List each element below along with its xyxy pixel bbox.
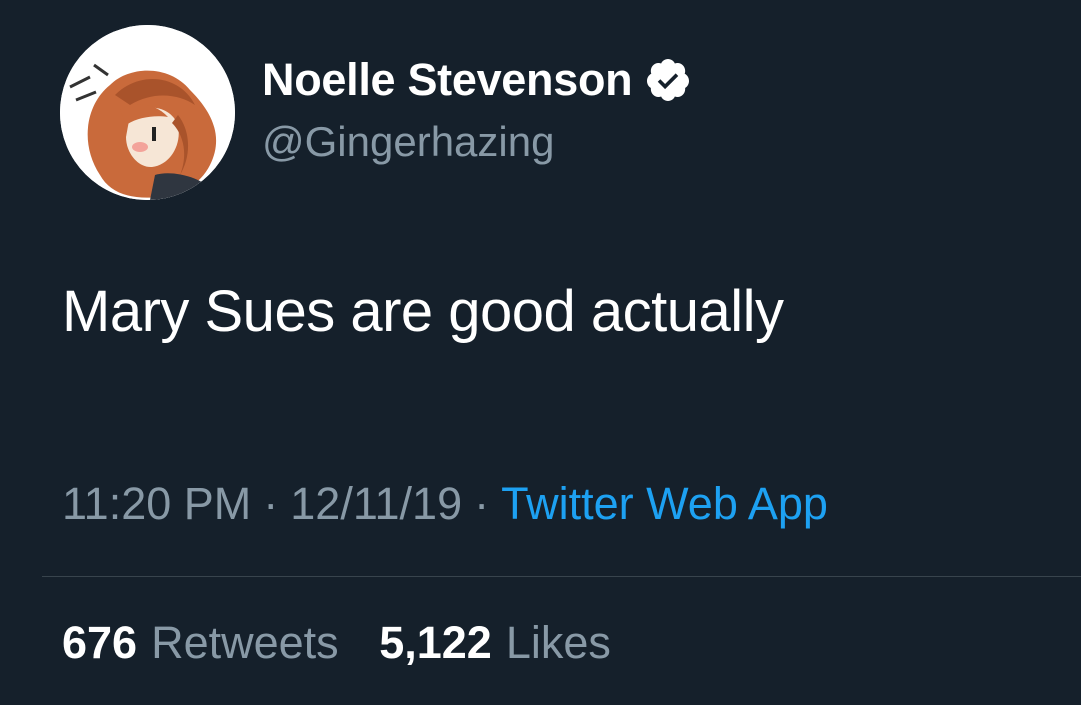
tweet-time[interactable]: 11:20 PM [62, 478, 251, 529]
verified-badge-icon [644, 56, 692, 104]
avatar-illustration-icon [60, 25, 235, 200]
tweet-stats: 676 Retweets 5,122 Likes [62, 617, 611, 669]
author-display-name[interactable]: Noelle Stevenson [262, 52, 633, 108]
author-avatar[interactable] [60, 25, 235, 200]
likes-label: Likes [505, 617, 611, 668]
divider [42, 576, 1081, 577]
tweet-date[interactable]: 12/11/19 [290, 478, 462, 529]
tweet-text: Mary Sues are good actually [62, 279, 784, 344]
display-name-row: Noelle Stevenson [262, 52, 692, 108]
separator-dot: · [263, 478, 279, 529]
author-info: Noelle Stevenson @Gingerhazing [262, 52, 692, 168]
retweets-label: Retweets [151, 617, 339, 668]
author-handle[interactable]: @Gingerhazing [262, 116, 692, 168]
retweets-count: 676 [62, 617, 138, 668]
likes-count: 5,122 [379, 617, 492, 668]
tweet-card: Noelle Stevenson @Gingerhazing Mary Sues… [0, 0, 1081, 705]
retweets-stat[interactable]: 676 Retweets [62, 617, 339, 669]
tweet-source-link[interactable]: Twitter Web App [501, 478, 828, 529]
likes-stat[interactable]: 5,122 Likes [379, 617, 611, 669]
tweet-metadata: 11:20 PM · 12/11/19 · Twitter Web App [62, 478, 828, 530]
separator-dot: · [474, 478, 490, 529]
